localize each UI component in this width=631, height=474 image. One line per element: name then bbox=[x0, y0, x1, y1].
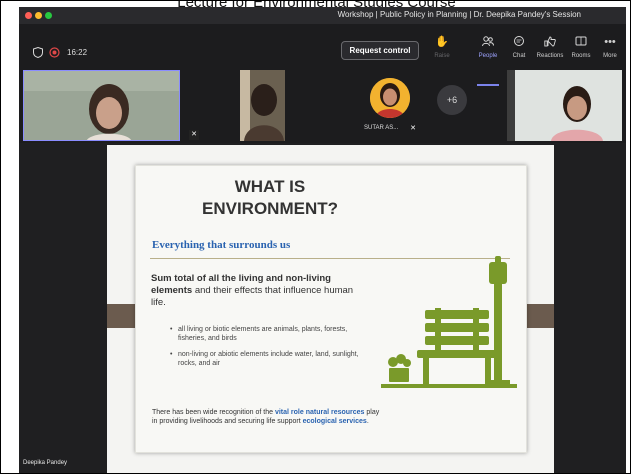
slide-title-line-1: WHAT IS bbox=[234, 177, 306, 196]
participant-avatar[interactable] bbox=[370, 78, 410, 118]
window-title: Workshop | Public Policy in Planning | D… bbox=[337, 10, 581, 19]
more-participants-button[interactable]: +6 bbox=[437, 85, 467, 115]
more-icon: ••• bbox=[604, 36, 616, 48]
chat-label: Chat bbox=[512, 53, 526, 59]
participant-video bbox=[24, 71, 179, 140]
more-button[interactable]: ••• More bbox=[595, 36, 625, 59]
slide-content: WHAT IS ENVIRONMENT? Everything that sur… bbox=[135, 165, 527, 453]
raise-hand-label: Raise bbox=[434, 53, 450, 59]
hand-icon: ✋ bbox=[435, 36, 449, 48]
park-bench-lamp-icon bbox=[381, 256, 517, 388]
rooms-button[interactable]: Rooms bbox=[566, 36, 596, 59]
slide-title: WHAT IS ENVIRONMENT? bbox=[136, 176, 404, 220]
presenter-name-tag: Deepika Pandey bbox=[23, 460, 68, 466]
slide-title-line-2: ENVIRONMENT? bbox=[202, 199, 338, 218]
participant-video-tile[interactable] bbox=[23, 70, 180, 141]
chat-icon bbox=[504, 36, 534, 49]
slide-footer-highlight: vital role natural resources bbox=[274, 409, 365, 416]
screenshot-frame: Lecture for Environmental Studies Course… bbox=[0, 0, 631, 474]
chat-button[interactable]: Chat bbox=[504, 36, 534, 59]
people-icon bbox=[473, 36, 503, 49]
meeting-toolbar: 16:22 Request control ✋ Raise People Cha… bbox=[19, 24, 626, 86]
slide-bullet: all living or biotic elements are animal… bbox=[170, 325, 370, 343]
maximize-window-button[interactable] bbox=[45, 12, 52, 19]
raise-hand-button[interactable]: ✋ Raise bbox=[427, 36, 457, 59]
people-label: People bbox=[478, 53, 498, 59]
record-icon[interactable] bbox=[49, 47, 60, 61]
participant-video bbox=[507, 70, 622, 141]
participant-video-tile[interactable] bbox=[507, 70, 622, 141]
rooms-label: Rooms bbox=[571, 53, 591, 59]
shared-screen-stage: WHAT IS ENVIRONMENT? Everything that sur… bbox=[19, 143, 626, 473]
slide-footer-highlight: ecological services bbox=[302, 418, 367, 425]
slide-footer-part: There has been wide recognition of the bbox=[152, 409, 275, 416]
reactions-icon bbox=[535, 36, 565, 49]
minimize-window-button[interactable] bbox=[35, 12, 42, 19]
avatar-photo bbox=[370, 78, 410, 118]
rooms-icon bbox=[566, 36, 596, 49]
mic-off-icon: ✕ bbox=[410, 125, 416, 132]
slide-footer: There has been wide recognition of the v… bbox=[152, 408, 382, 426]
meeting-window: Workshop | Public Policy in Planning | D… bbox=[19, 7, 626, 473]
participant-gallery: ✕ SUTAR AS... ✕ +6 bbox=[19, 70, 626, 143]
presentation-slide: WHAT IS ENVIRONMENT? Everything that sur… bbox=[107, 145, 554, 473]
shield-icon[interactable] bbox=[33, 46, 43, 61]
slide-footer-end: . bbox=[366, 418, 369, 425]
slide-bullets: all living or biotic elements are animal… bbox=[170, 325, 370, 375]
more-label: More bbox=[603, 53, 617, 59]
reactions-button[interactable]: Reactions bbox=[535, 36, 565, 59]
close-window-button[interactable] bbox=[25, 12, 32, 19]
request-control-button[interactable]: Request control bbox=[341, 41, 419, 60]
people-button[interactable]: People bbox=[473, 36, 503, 59]
title-bar: Workshop | Public Policy in Planning | D… bbox=[19, 7, 626, 24]
participant-video-tile[interactable] bbox=[240, 70, 285, 141]
slide-bullet: non-living or abiotic elements include w… bbox=[170, 350, 370, 368]
participant-name: SUTAR AS... bbox=[364, 125, 399, 131]
slide-body: Sum total of all the living and non-livi… bbox=[151, 273, 366, 309]
reactions-label: Reactions bbox=[536, 53, 564, 59]
participant-video bbox=[240, 70, 285, 141]
meeting-timer: 16:22 bbox=[67, 48, 88, 57]
slide-subtitle: Everything that surrounds us bbox=[152, 239, 291, 251]
mic-off-icon: ✕ bbox=[189, 130, 199, 140]
